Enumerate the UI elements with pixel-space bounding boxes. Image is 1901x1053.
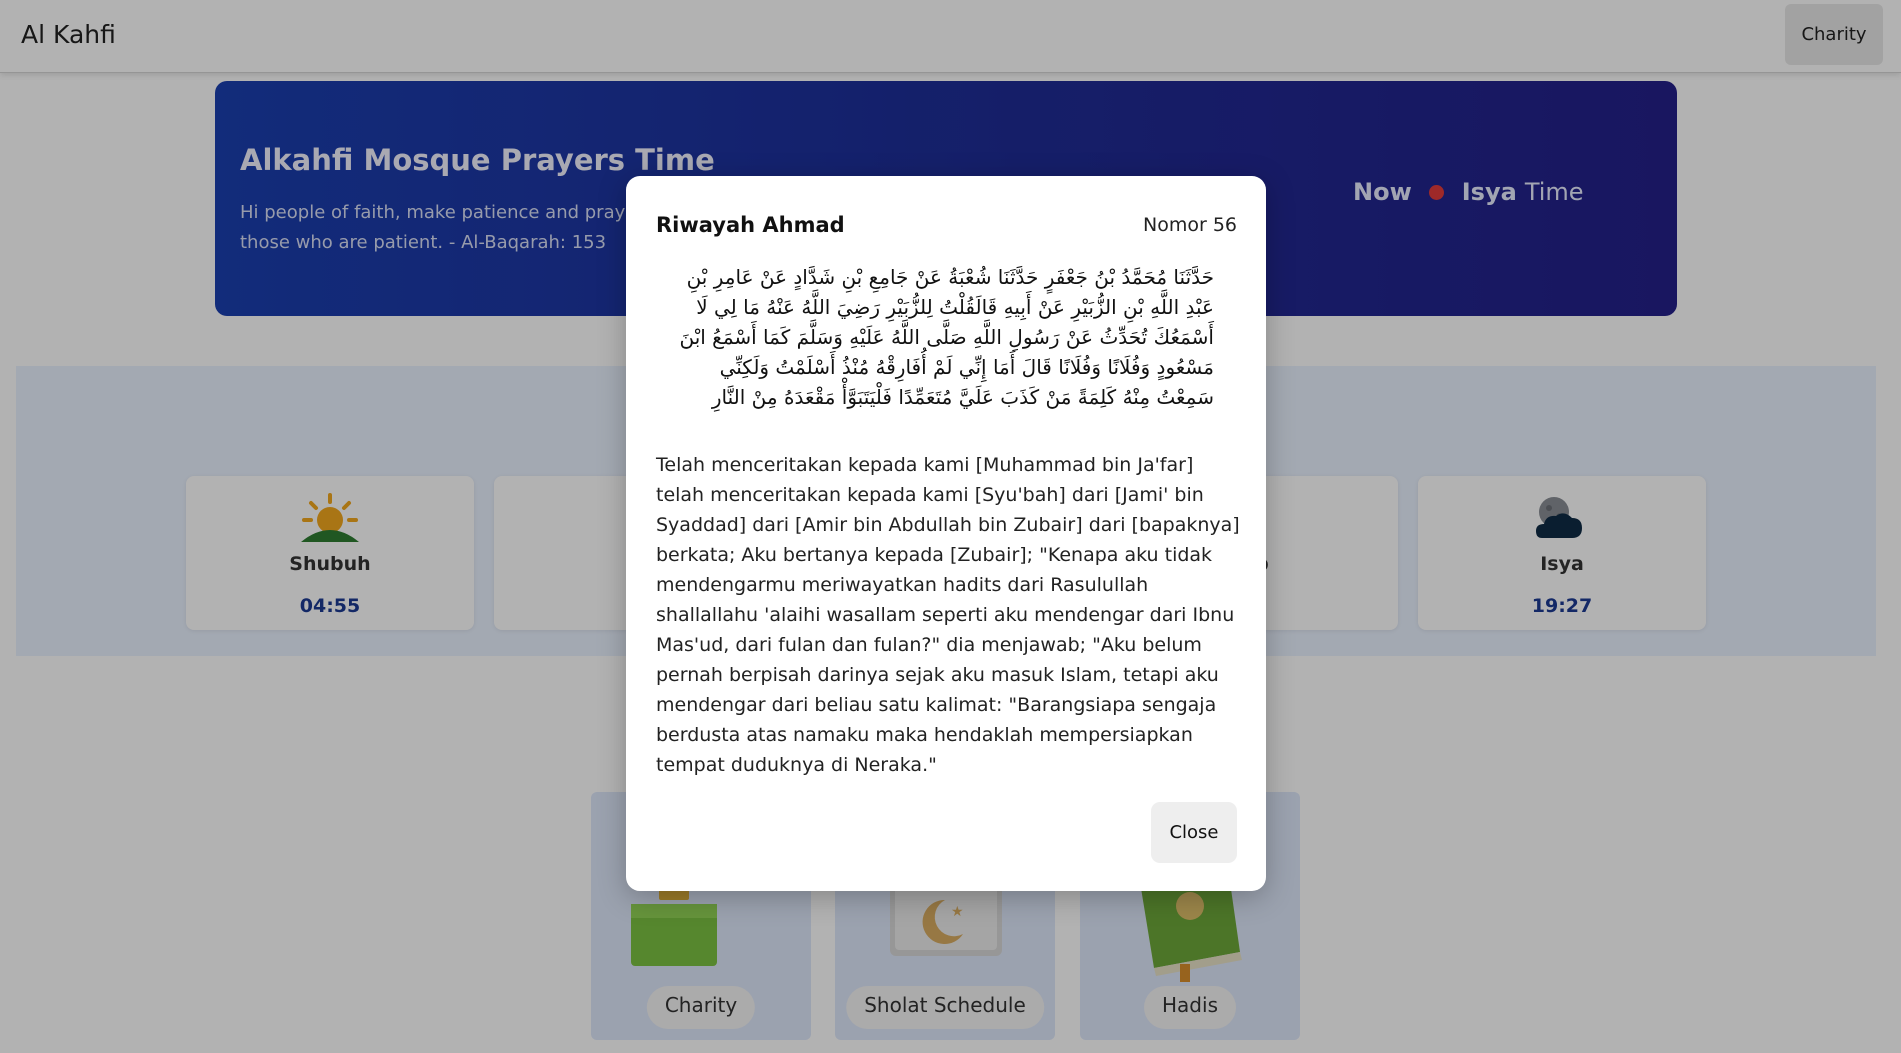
hadith-modal: Riwayah Ahmad Nomor 56 حَدَّثَنَا مُحَمَ… bbox=[626, 176, 1266, 891]
translation-text: Telah menceritakan kepada kami [Muhammad… bbox=[656, 454, 1240, 776]
close-button[interactable]: Close bbox=[1151, 802, 1237, 863]
modal-title: Riwayah Ahmad bbox=[656, 213, 845, 237]
arabic-text: حَدَّثَنَا مُحَمَّدُ بْنُ جَعْفَرٍ حَدَّ… bbox=[679, 265, 1214, 409]
hadith-number: Nomor 56 bbox=[1143, 214, 1237, 236]
